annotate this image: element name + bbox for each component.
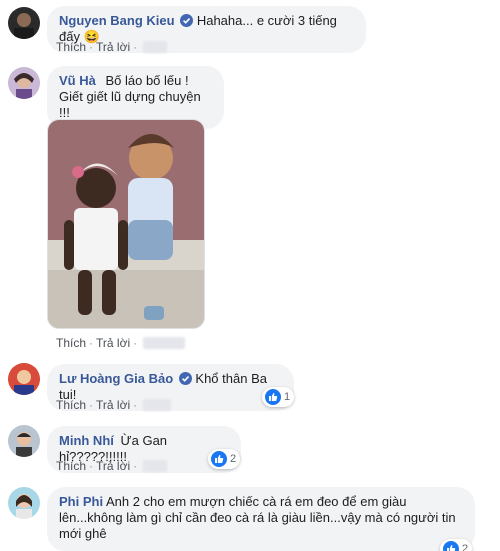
comment-actions: Thích · Trả lời ·	[56, 398, 172, 412]
like-reaction-icon	[265, 389, 281, 405]
reaction-number: 2	[462, 543, 469, 551]
comment-actions: Thích · Trả lời ·	[56, 459, 168, 473]
author-name[interactable]: Minh Nhí	[59, 433, 114, 448]
like-reaction-icon	[443, 541, 459, 551]
reaction-count[interactable]: 2	[208, 449, 241, 469]
like-reaction-icon	[211, 451, 227, 467]
author-name[interactable]: Nguyen Bang Kieu	[59, 13, 175, 28]
reaction-number: 2	[230, 453, 237, 465]
attached-photo[interactable]	[47, 119, 205, 329]
comment-bubble: Phi Phi Anh 2 cho em mượn chiếc cà rá em…	[47, 487, 475, 551]
reaction-count[interactable]: 1	[262, 387, 295, 407]
comment-actions: Thích · Trả lời ·	[56, 336, 186, 350]
blurred-timestamp	[143, 399, 172, 411]
reply-link[interactable]: Trả lời	[96, 336, 130, 350]
comment-actions: Thích · Trả lời ·	[56, 40, 168, 54]
reaction-number: 1	[284, 391, 291, 403]
verified-badge-icon	[180, 14, 194, 27]
reply-link[interactable]: Trả lời	[96, 40, 130, 54]
author-name[interactable]: Phi Phi	[59, 494, 103, 509]
blurred-timestamp	[143, 41, 168, 53]
avatar[interactable]	[8, 487, 40, 519]
avatar[interactable]	[8, 7, 40, 39]
like-link[interactable]: Thích	[56, 40, 86, 54]
blurred-timestamp	[143, 460, 168, 472]
reply-link[interactable]: Trả lời	[96, 459, 130, 473]
comment-text: Anh 2 cho em mượn chiếc cà rá em đeo để …	[59, 494, 456, 541]
blurred-timestamp	[143, 337, 186, 349]
reaction-count[interactable]: 2	[440, 539, 473, 551]
like-link[interactable]: Thích	[56, 459, 86, 473]
author-name[interactable]: Lư Hoàng Gia Bảo	[59, 371, 173, 386]
reply-link[interactable]: Trả lời	[96, 398, 130, 412]
comment-text-line1: Bố láo bố lếu !	[105, 73, 189, 88]
avatar[interactable]	[8, 425, 40, 457]
avatar[interactable]	[8, 363, 40, 395]
verified-badge-icon	[178, 372, 192, 385]
author-name[interactable]: Vũ Hà	[59, 73, 96, 88]
like-link[interactable]: Thích	[56, 336, 86, 350]
like-link[interactable]: Thích	[56, 398, 86, 412]
comment-text-line2: Giết giết lũ dựng chuyện !!!	[59, 89, 201, 120]
avatar[interactable]	[8, 67, 40, 99]
